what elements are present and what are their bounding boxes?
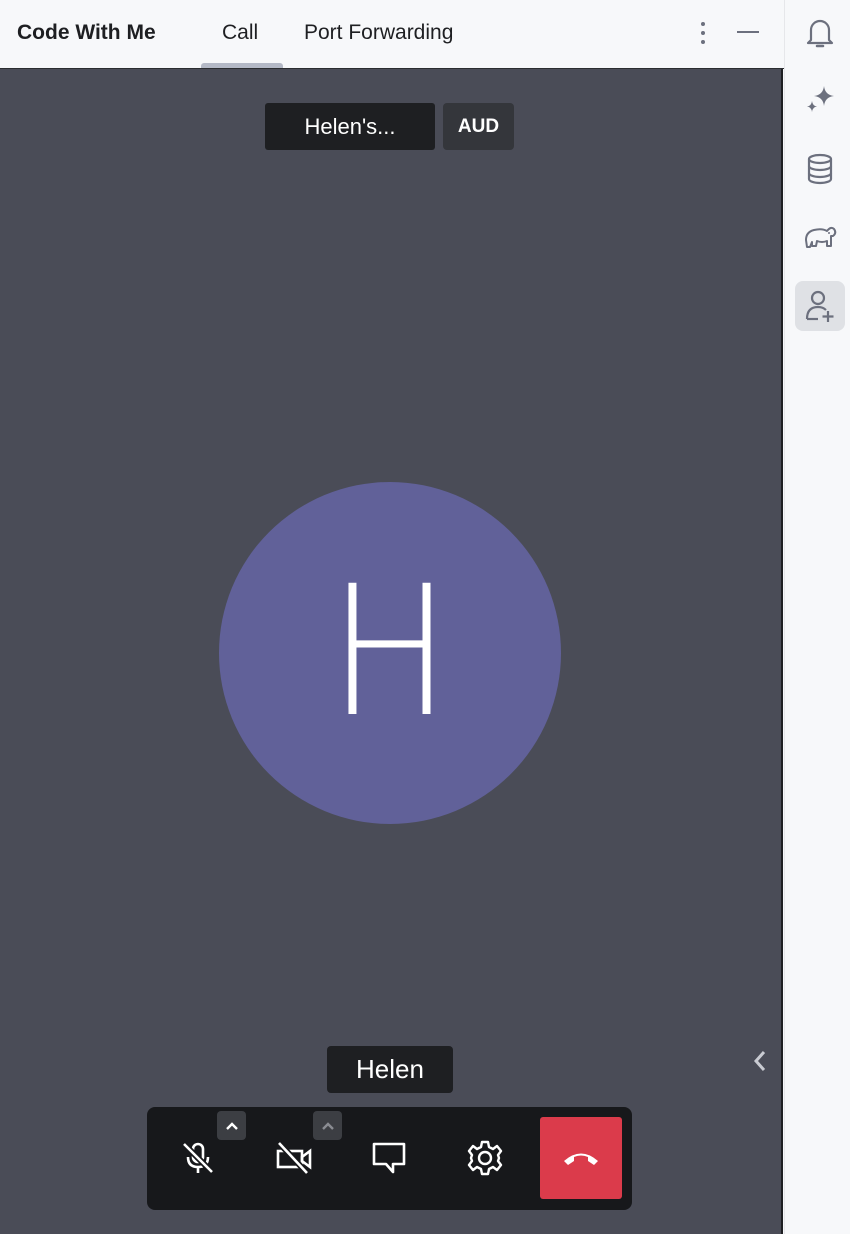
minimize-icon[interactable] — [736, 24, 760, 45]
audio-badge[interactable]: AUD — [443, 103, 514, 150]
video-off-icon — [276, 1140, 312, 1176]
chat-button[interactable] — [348, 1117, 430, 1199]
camera-options-button[interactable] — [313, 1111, 342, 1140]
database-icon — [807, 153, 833, 185]
chevron-up-icon — [225, 1121, 238, 1130]
chevron-left-icon — [753, 1051, 766, 1071]
add-user-icon — [805, 290, 834, 322]
chat-icon — [372, 1142, 406, 1174]
sidebar-item-notifications[interactable] — [795, 8, 845, 58]
phone-hangup-icon — [564, 1153, 598, 1165]
elephant-icon — [805, 226, 837, 248]
mic-off-icon — [181, 1141, 215, 1175]
avatar-initial: H — [329, 548, 451, 757]
sidebar-item-database[interactable] — [795, 144, 845, 194]
participant-avatar: H — [219, 482, 561, 824]
hang-up-button[interactable] — [540, 1117, 622, 1199]
microphone-options-button[interactable] — [217, 1111, 246, 1140]
chevron-up-icon — [321, 1121, 334, 1130]
settings-button[interactable] — [444, 1117, 526, 1199]
expand-panel-button[interactable] — [750, 1049, 770, 1078]
call-controls-toolbar — [147, 1107, 632, 1210]
sidebar-item-code-with-me[interactable] — [795, 281, 845, 331]
sidebar-item-ai-assistant[interactable] — [795, 75, 845, 125]
more-vertical-icon[interactable] — [695, 20, 711, 53]
bell-icon — [806, 19, 834, 48]
shared-window-name[interactable]: Helen's... — [265, 103, 435, 150]
sidebar-item-gradle[interactable] — [795, 212, 845, 262]
right-tool-sidebar — [784, 0, 850, 1234]
call-video-area: Helen's... AUD H Helen — [0, 69, 783, 1234]
sparkle-icon — [807, 86, 834, 112]
tab-port-forwarding[interactable]: Port Forwarding — [304, 21, 453, 45]
header: Code With Me Call Port Forwarding — [0, 0, 784, 69]
speaker-name-tag: Helen — [327, 1046, 453, 1093]
tab-call[interactable]: Call — [222, 21, 258, 45]
app-title: Code With Me — [17, 21, 156, 44]
active-tab-indicator — [201, 63, 283, 68]
gear-icon — [467, 1140, 503, 1176]
